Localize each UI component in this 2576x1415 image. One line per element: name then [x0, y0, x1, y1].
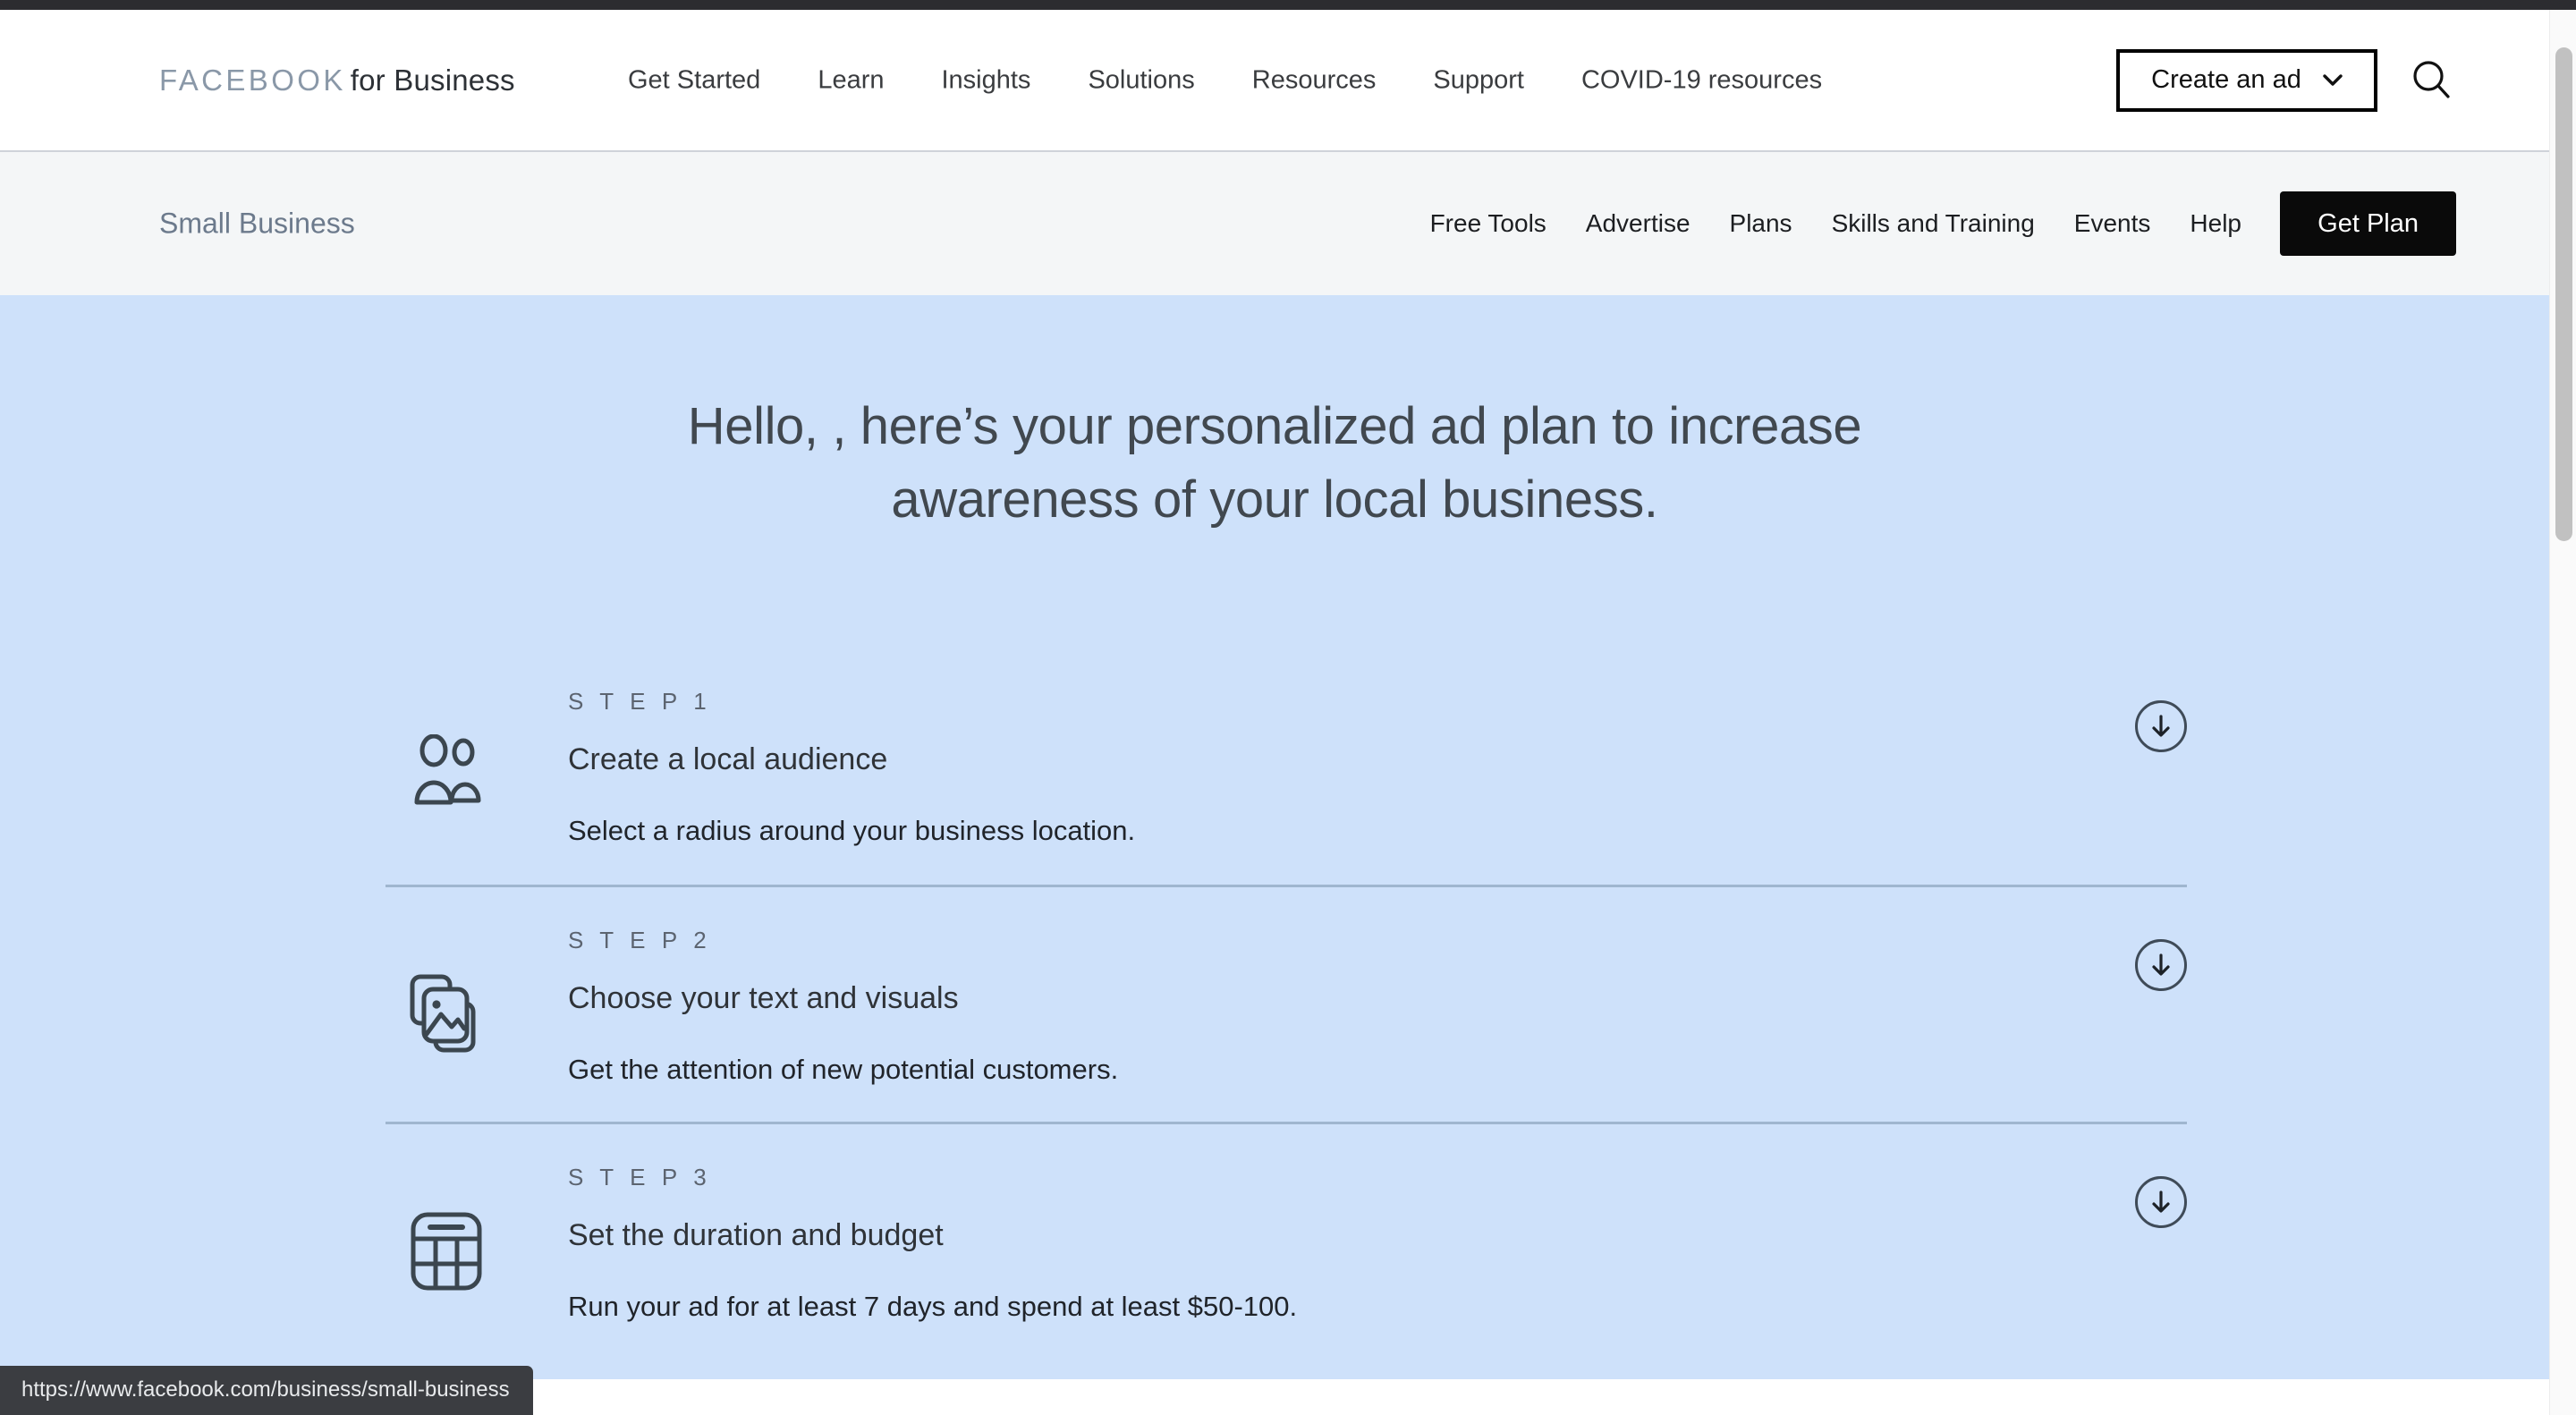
step-1-expand-button[interactable]	[2135, 699, 2187, 752]
step-2-expand-button[interactable]	[2135, 938, 2187, 991]
step-2-body: S T E P 2 Choose your text and visuals G…	[525, 927, 2187, 1086]
page-viewport: FACEBOOK for Business Get Started Learn I…	[0, 10, 2549, 1415]
step-1-body: S T E P 1 Create a local audience Select…	[525, 688, 2187, 847]
chevron-down-icon	[2323, 74, 2343, 86]
step-1-kicker: S T E P 1	[568, 687, 712, 715]
create-an-ad-label: Create an ad	[2151, 65, 2301, 94]
create-an-ad-button[interactable]: Create an ad	[2116, 48, 2377, 112]
step-3-kicker: S T E P 3	[568, 1163, 712, 1190]
nav-item-solutions[interactable]: Solutions	[1059, 65, 1223, 95]
step-1-description: Select a radius around your business loc…	[568, 814, 1136, 846]
scrollbar-thumb[interactable]	[2555, 47, 2572, 541]
step-2-icon-wrap	[409, 927, 525, 1055]
subnav-item-free-tools[interactable]: Free Tools	[1411, 209, 1566, 238]
step-item-2: S T E P 2 Choose your text and visuals G…	[386, 884, 2187, 1122]
status-bar-url: https://www.facebook.com/business/small-…	[0, 1366, 533, 1415]
step-1-icon-wrap	[409, 688, 525, 808]
arrow-down-icon	[2152, 1190, 2170, 1213]
brand-for-business-text: for Business	[350, 63, 515, 97]
subnav-item-events[interactable]: Events	[2055, 209, 2171, 238]
step-3-expand-button[interactable]	[2135, 1175, 2187, 1228]
subnav-item-advertise[interactable]: Advertise	[1566, 209, 1710, 238]
steps-list: S T E P 1 Create a local audience Select…	[362, 648, 2187, 1359]
section-title-small-business[interactable]: Small Business	[159, 208, 355, 241]
nav-item-learn[interactable]: Learn	[789, 65, 912, 95]
arrow-down-icon	[2152, 715, 2170, 737]
nav-item-covid-19-resources[interactable]: COVID-19 resources	[1553, 65, 1851, 95]
subnav-item-plans[interactable]: Plans	[1710, 209, 1812, 238]
step-3-description: Run your ad for at least 7 days and spen…	[568, 1290, 1298, 1322]
step-1-title: Create a local audience	[568, 741, 888, 776]
secondary-navigation: Free Tools Advertise Plans Skills and Tr…	[1411, 209, 2261, 238]
nav-item-get-started[interactable]: Get Started	[599, 65, 789, 95]
get-plan-button[interactable]: Get Plan	[2280, 191, 2456, 256]
nav-item-insights[interactable]: Insights	[912, 65, 1059, 95]
search-icon	[2413, 60, 2450, 98]
step-3-body: S T E P 3 Set the duration and budget Ru…	[525, 1164, 2187, 1323]
page-title: Hello, , here’s your personalized ad pla…	[687, 397, 1862, 530]
step-3-title: Set the duration and budget	[568, 1217, 944, 1252]
main-header: FACEBOOK for Business Get Started Learn I…	[0, 10, 2549, 152]
step-2-description: Get the attention of new potential custo…	[568, 1053, 1119, 1085]
nav-item-support[interactable]: Support	[1404, 65, 1553, 95]
media-images-icon	[410, 974, 476, 1053]
nav-item-resources[interactable]: Resources	[1224, 65, 1405, 95]
browser-chrome-edge	[0, 0, 2576, 10]
step-3-icon-wrap	[409, 1164, 525, 1292]
vertical-scrollbar[interactable]	[2549, 10, 2576, 1415]
arrow-down-icon	[2152, 953, 2170, 976]
sub-header: Small Business Free Tools Advertise Plan…	[0, 152, 2549, 295]
hero-section: Hello, , here’s your personalized ad pla…	[0, 295, 2549, 1379]
audience-people-icon	[414, 733, 481, 805]
step-item-3: S T E P 3 Set the duration and budget Ru…	[386, 1121, 2187, 1359]
step-2-title: Choose your text and visuals	[568, 980, 959, 1015]
calendar-grid-icon	[411, 1212, 482, 1291]
step-item-1: S T E P 1 Create a local audience Select…	[386, 648, 2187, 885]
step-2-kicker: S T E P 2	[568, 926, 712, 953]
brand-facebook-text: FACEBOOK	[159, 63, 346, 97]
facebook-for-business-logo[interactable]: FACEBOOK for Business	[159, 64, 515, 97]
primary-navigation: Get Started Learn Insights Solutions Res…	[599, 65, 1851, 95]
subnav-item-help[interactable]: Help	[2170, 209, 2261, 238]
search-button[interactable]	[2404, 53, 2460, 108]
subnav-item-skills-and-training[interactable]: Skills and Training	[1812, 209, 2055, 238]
